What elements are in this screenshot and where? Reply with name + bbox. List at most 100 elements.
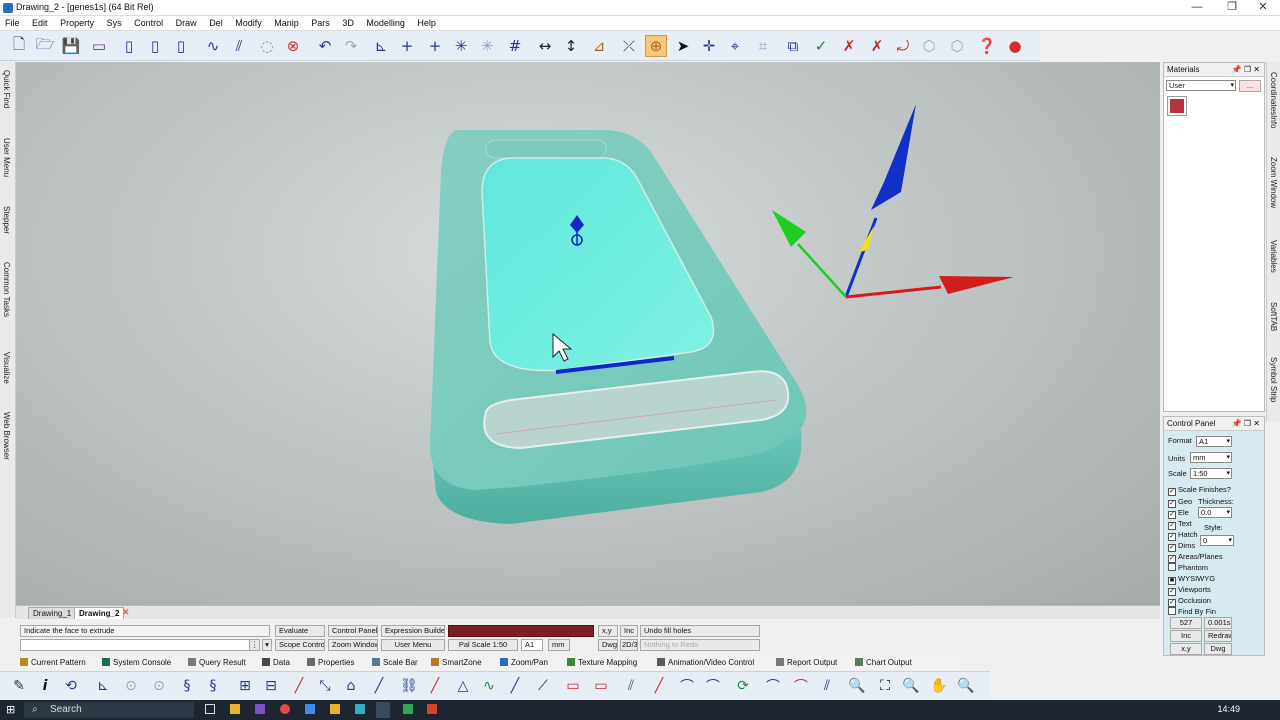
tab-web-browser[interactable]: Web Browser [2,412,11,460]
chain-icon[interactable]: ⛓ [398,676,420,696]
tab-common-tasks[interactable]: Common Tasks [2,262,11,317]
restore-button[interactable]: ❐ [1215,0,1249,16]
delete-region-icon[interactable]: ⤾ [892,35,914,57]
mode-button[interactable]: 2D/3D [620,639,638,651]
snap-target-icon[interactable]: ⊕ [645,35,667,57]
cross-snap-icon[interactable]: + [396,35,418,57]
input-options-icon[interactable]: ⋮ [249,639,260,651]
zoom-window-button[interactable]: Zoom Window [328,639,378,651]
visual-studio-icon[interactable] [255,704,265,714]
polyline-icon[interactable]: ∿ [202,35,224,57]
box-icon[interactable]: ⌂ [340,676,362,696]
vertex-icon[interactable]: ⟋ [532,676,554,696]
occlusion-checkbox[interactable]: ✓ Occlusion [1168,596,1211,607]
zoom-pan-button[interactable]: Zoom/Pan [500,657,548,669]
axis-snap-icon[interactable]: ⊾ [370,35,392,57]
query-result-button[interactable]: Query Result [188,657,246,669]
ellipsis-icon[interactable]: ◌ [256,35,278,57]
redo-button[interactable]: Nothing to Redo [640,639,760,651]
inner-pocket[interactable] [481,157,715,372]
zoom-out-icon[interactable]: 🔍 [955,676,977,696]
scale-icon[interactable]: ⤡ [314,676,336,696]
video-icon[interactable]: ● [1004,35,1026,57]
inc-button-2[interactable]: Inc [1170,630,1202,642]
extend-icon[interactable]: ⫽ [816,676,838,696]
model-scene[interactable] [16,62,1160,605]
sheet-field[interactable]: A1 [521,639,543,651]
node-icon[interactable]: ⌒ [762,676,784,696]
text-checkbox[interactable]: ✓ Text [1168,519,1192,530]
menu-pars[interactable]: Pars [306,16,335,28]
taskbar-search[interactable]: ⌕ Search [24,702,194,718]
report-output-button[interactable]: Report Output [776,657,837,669]
xy-button-2[interactable]: x,y [1170,643,1202,655]
curve-snap-icon[interactable]: ⊾ [92,676,114,696]
tab-user-menu[interactable]: User Menu [2,138,11,177]
menu-3d[interactable]: 3D [337,16,359,28]
panel-pin-close-icon[interactable]: 📌 ❐ ✕ [1232,63,1260,76]
light-icon-1[interactable]: ⬡ [918,35,940,57]
material-swatch[interactable] [1167,96,1187,116]
axis-triad[interactable] [772,104,1014,299]
active-app-icon[interactable] [376,702,390,718]
undo-icon[interactable]: ↶ [314,35,336,57]
inc-button[interactable]: Inc [620,625,638,637]
mail-icon[interactable] [305,704,315,714]
viewports-checkbox[interactable]: ✓ Viewports [1168,585,1211,596]
task-view-icon[interactable] [205,704,215,714]
evaluate-button[interactable]: Evaluate [275,625,325,637]
thickness-select[interactable]: 0.0 [1198,507,1232,518]
command-input[interactable] [20,639,258,651]
tab-drawing-1[interactable]: Drawing_1 [28,607,77,619]
app-icon-red[interactable] [427,704,437,714]
folder-icon[interactable] [330,704,340,714]
line-3-icon[interactable]: ╱ [648,676,670,696]
menu-file[interactable]: File [0,16,25,28]
tab-visualize[interactable]: Visualize [2,352,11,384]
input-dropdown-icon[interactable]: ▾ [262,639,272,651]
file-explorer-icon[interactable] [230,704,240,714]
animation-video-button[interactable]: Animation/Video Control [657,657,754,669]
chart-output-button[interactable]: Chart Output [855,657,912,669]
material-library-select[interactable]: User [1166,80,1236,91]
rectangle-badge-icon[interactable]: ▭ [590,676,612,696]
rotate-3d-icon[interactable]: ⟲ [60,676,82,696]
pan-hand-icon[interactable]: ✋ [928,676,950,696]
areas-planes-checkbox[interactable]: ✓ Areas/Planes [1168,552,1223,563]
style-select[interactable]: 0 [1200,535,1234,546]
chrome-icon[interactable] [280,704,290,714]
app-icon-cyan[interactable] [355,704,365,714]
line-icon[interactable]: ╱ [368,676,390,696]
tab-coordinates-info[interactable]: CoordinatesInfo [1269,72,1278,128]
triangle-icon[interactable]: △ [452,676,474,696]
check-axis-icon[interactable]: ✓ [810,35,832,57]
texture-mapping-button[interactable]: Texture Mapping [567,657,637,669]
geo-checkbox[interactable]: ✓ Geo [1168,497,1192,508]
select-window-icon[interactable]: ⌗ [752,35,774,57]
dwg-icon[interactable]: ▭ [88,35,110,57]
wysiwyg-checkbox[interactable]: ■ WYSIWYG [1168,574,1215,585]
top-slot[interactable] [485,139,607,159]
tab-symbol-strip[interactable]: Symbol Strip [1269,357,1278,402]
tab-stepper[interactable]: Stepper [2,206,11,234]
user-menu-button[interactable]: User Menu [381,639,445,651]
open-file-icon[interactable]: 🗁 [34,35,56,57]
pen-icon[interactable]: ✎ [8,676,30,696]
trim-icon[interactable]: ⤫ [618,35,640,57]
info-icon[interactable]: i [34,676,56,696]
hatch-icon[interactable]: ⫽ [620,676,642,696]
select-cross-icon[interactable]: ✛ [698,35,720,57]
zoom-window-icon[interactable]: ⛶ [874,676,896,696]
properties-button[interactable]: Properties [307,657,354,669]
menu-modify[interactable]: Modify [230,16,267,28]
pointer-icon[interactable]: ➤ [672,35,694,57]
copy-icon[interactable]: ⊟ [260,676,282,696]
units-select[interactable]: mm [1190,452,1232,463]
delete-axis-icon[interactable]: ✗ [866,35,888,57]
current-pattern-button[interactable]: Current Pattern [20,657,86,669]
refresh-geometry-icon[interactable]: ⟳ [732,676,754,696]
undo-button[interactable]: Undo fill holes [640,625,760,637]
horizontal-dim-icon[interactable]: ↔ [534,35,556,57]
tab-quick-find[interactable]: Quick Find [2,70,11,108]
data-button[interactable]: Data [262,657,290,669]
